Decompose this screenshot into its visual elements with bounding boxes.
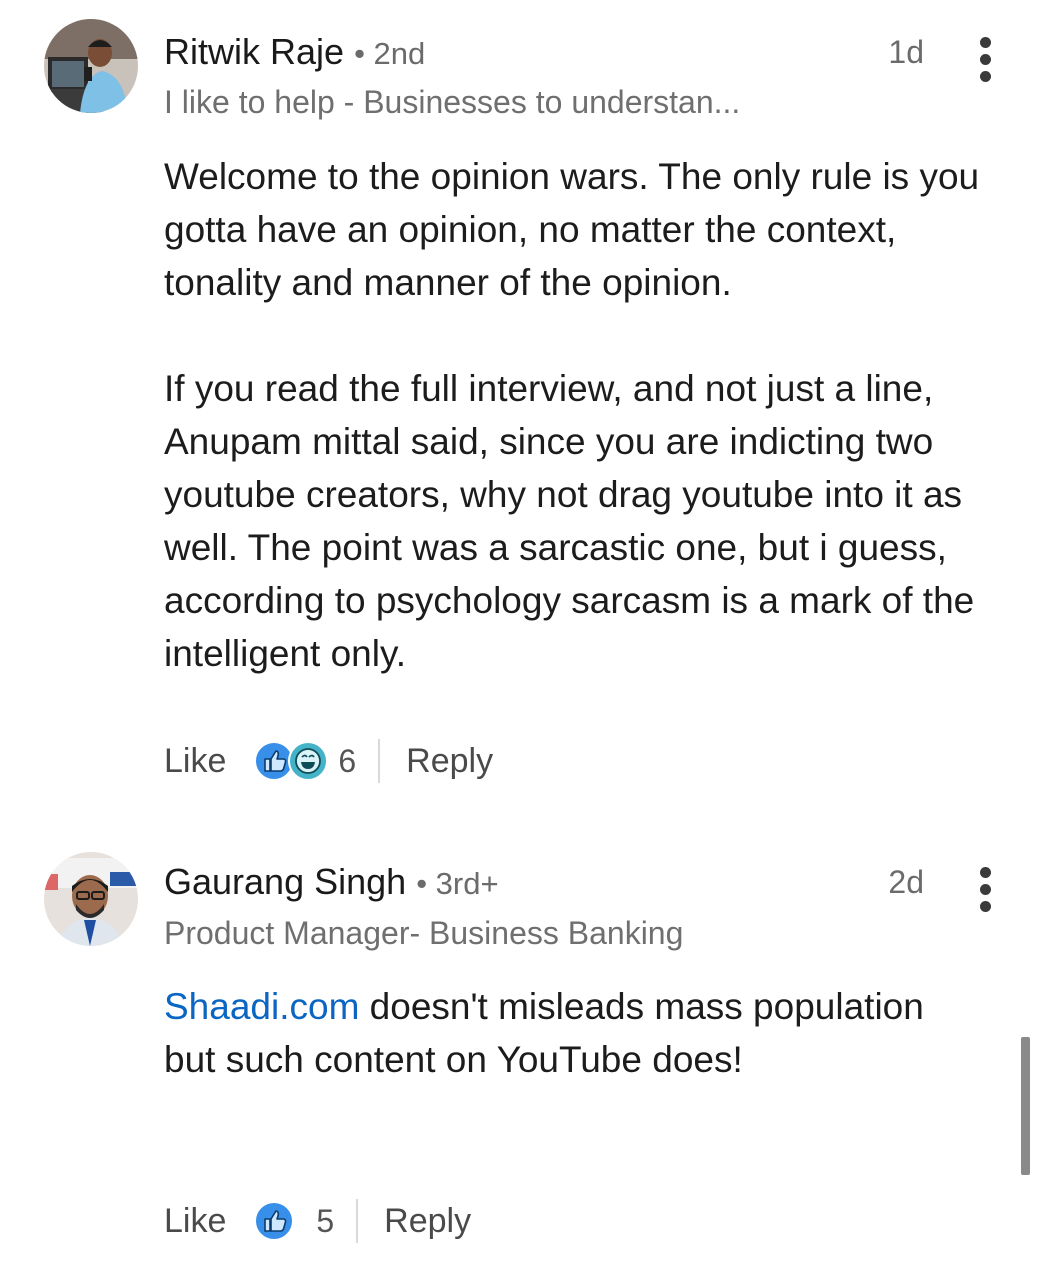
reactions-summary[interactable]: 5 (254, 1201, 334, 1241)
comment-timestamp: 2d (888, 864, 924, 900)
author-name[interactable]: Ritwik Raje (164, 31, 344, 72)
avatar[interactable] (44, 852, 138, 946)
comment-paragraph: If you read the full interview, and not … (164, 368, 975, 674)
author-line: Ritwik Raje • 2nd (164, 30, 425, 76)
like-button[interactable]: Like (164, 1202, 226, 1241)
comment-timestamp: 1d (888, 34, 924, 70)
action-divider (356, 1199, 359, 1243)
avatar[interactable] (44, 19, 138, 113)
company-mention-link[interactable]: Shaadi.com (164, 986, 359, 1027)
comments-feed: Ritwik Raje • 2nd I like to help - Busin… (0, 0, 1040, 1280)
author-line: Gaurang Singh • 3rd+ (164, 860, 499, 906)
reaction-count: 6 (338, 742, 357, 779)
author-headline: Product Manager- Business Banking (164, 915, 684, 951)
funny-reaction-icon (288, 741, 329, 781)
comment-actions: Like 5 Reply (164, 1196, 471, 1246)
scrollbar-thumb[interactable] (1021, 1037, 1030, 1175)
comment-body: Shaadi.com doesn't misleads mass populat… (164, 980, 924, 1086)
reactions-summary[interactable]: 6 (254, 741, 356, 781)
author-headline: I like to help - Businesses to understan… (164, 84, 741, 120)
reaction-count: 5 (316, 1202, 335, 1239)
comment-paragraph: Welcome to the opinion wars. The only ru… (164, 156, 980, 303)
comment-actions: Like 6 Reply (164, 736, 493, 786)
more-options-icon[interactable] (976, 37, 994, 87)
comment-body: Welcome to the opinion wars. The only ru… (164, 150, 1014, 680)
reply-button[interactable]: Reply (384, 1202, 471, 1241)
connection-degree: • 3rd+ (416, 866, 499, 901)
more-options-icon[interactable] (976, 867, 994, 917)
like-button[interactable]: Like (164, 742, 226, 781)
action-divider (378, 739, 381, 783)
like-reaction-icon (254, 1201, 295, 1241)
author-name[interactable]: Gaurang Singh (164, 861, 406, 902)
connection-degree: • 2nd (354, 36, 426, 71)
reply-button[interactable]: Reply (406, 742, 493, 781)
comment-paragraph: Shaadi.com doesn't misleads mass populat… (164, 980, 924, 1086)
